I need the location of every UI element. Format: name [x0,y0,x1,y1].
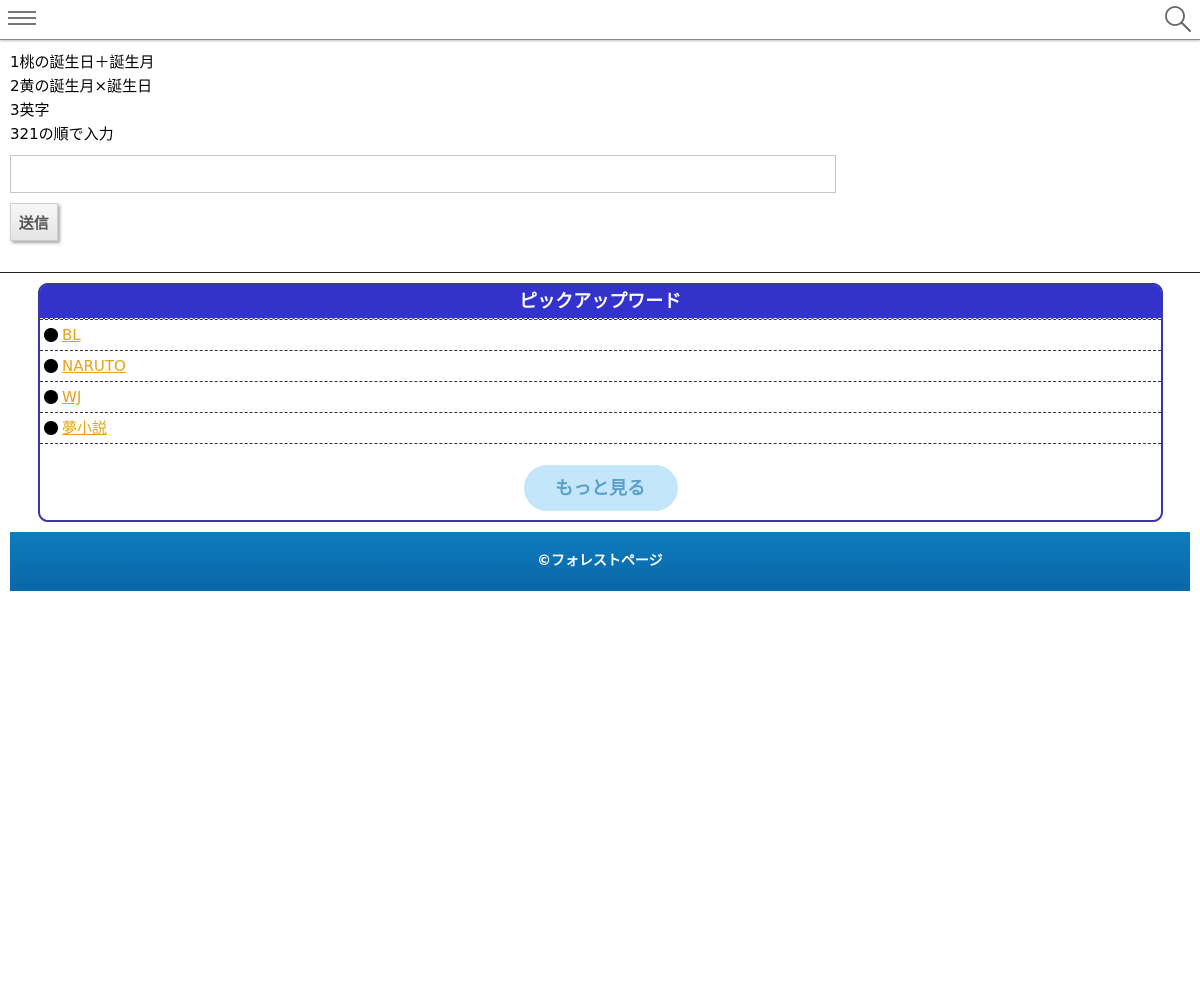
instruction-line-3: 3英字 [10,101,50,119]
bullet-icon [44,328,58,342]
hamburger-menu-icon[interactable] [8,11,36,29]
bullet-icon [44,390,58,404]
pickup-link-wj[interactable]: WJ [62,388,81,406]
pickup-link-dream-novel[interactable]: 夢小説 [62,419,107,437]
divider-line [0,272,1200,273]
pickup-link-bl[interactable]: BL [62,326,81,344]
bullet-icon [44,359,58,373]
more-button[interactable]: もっと見る [523,465,678,511]
main-content: 1桃の誕生日＋誕生月 2黄の誕生月×誕生日 3英字 321の順で入力 送信 [0,40,1200,241]
instruction-line-4: 321の順で入力 [10,125,114,143]
pickup-words-box: ピックアップワード BL NARUTO WJ 夢小説 もっと見る [38,283,1163,522]
answer-input[interactable] [10,155,836,193]
footer-copyright: ©フォレストページ [10,532,1190,591]
submit-button[interactable]: 送信 [10,203,58,241]
list-item: WJ [40,381,1161,412]
pickup-link-naruto[interactable]: NARUTO [62,357,126,375]
list-item: NARUTO [40,350,1161,381]
more-button-wrap: もっと見る [40,444,1161,511]
pickup-title: ピックアップワード [40,285,1161,319]
search-icon[interactable] [1164,5,1192,33]
list-item: BL [40,319,1161,350]
instruction-line-1: 1桃の誕生日＋誕生月 [10,53,155,71]
list-item: 夢小説 [40,412,1161,444]
instruction-line-2: 2黄の誕生月×誕生日 [10,77,153,95]
top-header [0,0,1200,40]
pickup-list: BL NARUTO WJ 夢小説 [40,319,1161,444]
bullet-icon [44,421,58,435]
